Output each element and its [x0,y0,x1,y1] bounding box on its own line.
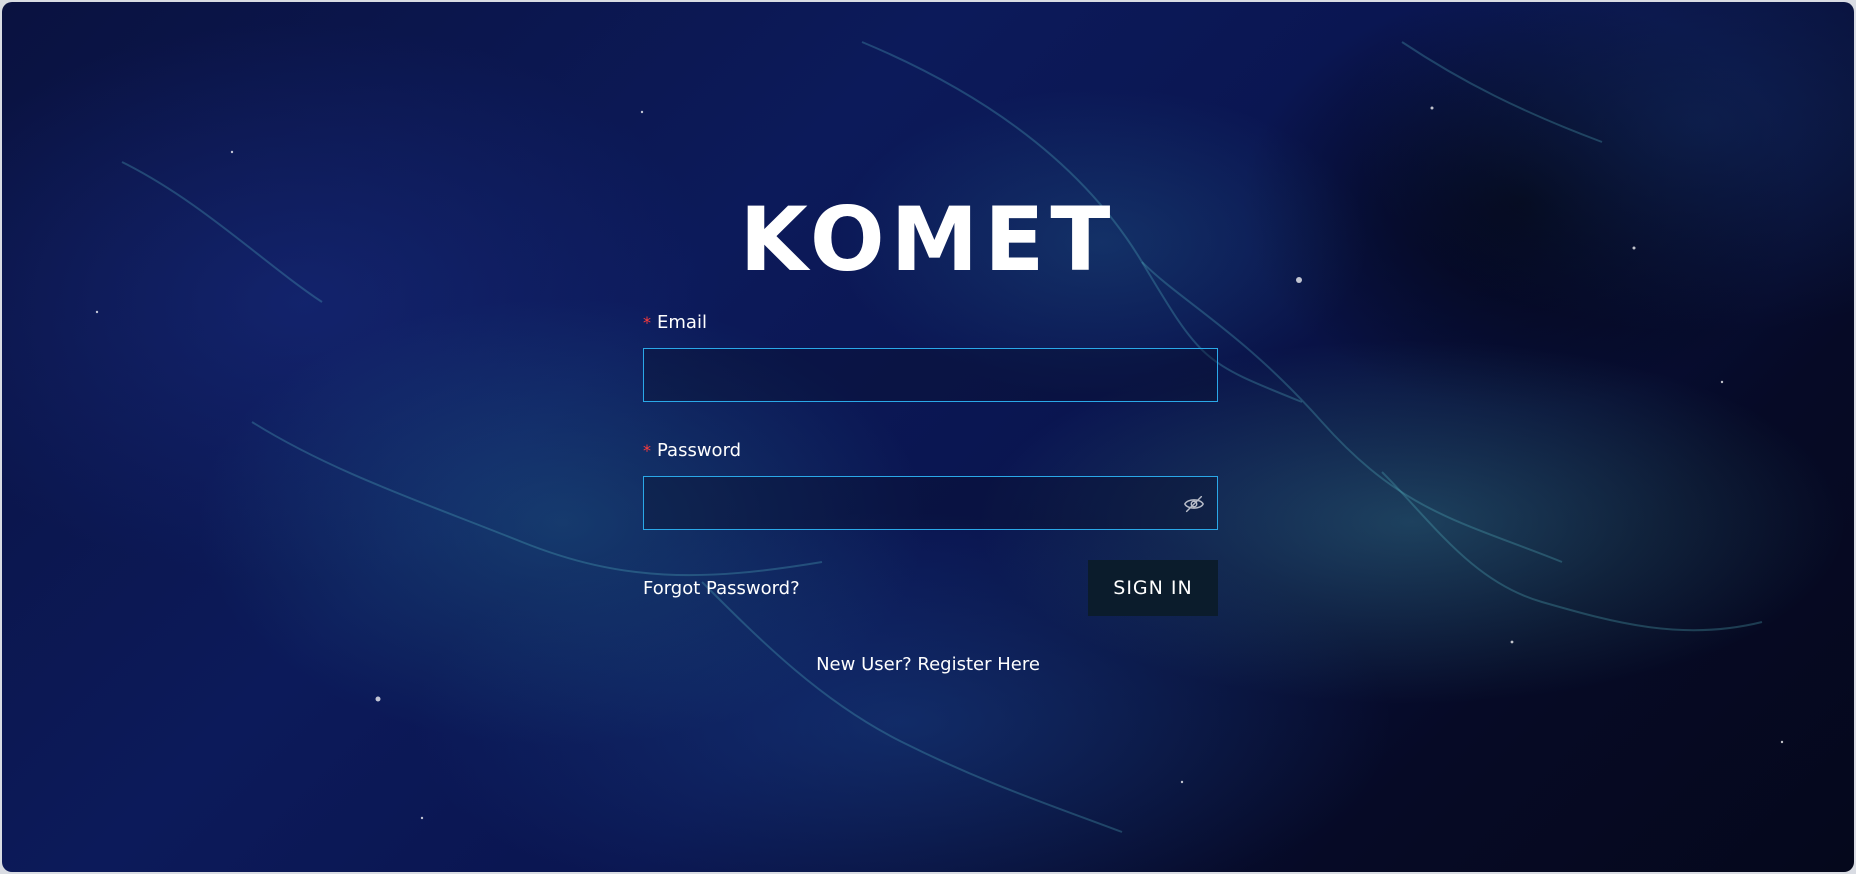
password-label-text: Password [657,440,742,461]
required-mark: * [643,313,651,332]
register-link[interactable]: New User? Register Here [2,654,1854,675]
password-field-container [643,476,1218,530]
email-label-text: Email [657,312,707,333]
brand-logo: KOMET [739,188,1117,291]
login-page: KOMET * Email * Password Forgot Password… [2,2,1854,872]
eye-slash-icon[interactable] [1183,493,1205,515]
password-block: * Password [643,440,1218,530]
forgot-password-link[interactable]: Forgot Password? [643,578,800,599]
email-field[interactable] [644,349,1217,401]
login-form: * Email * Password Forgot Password? SIGN… [643,312,1218,616]
form-actions: Forgot Password? SIGN IN [643,560,1218,616]
email-field-container [643,348,1218,402]
password-label: * Password [643,440,1218,462]
email-label: * Email [643,312,1218,334]
password-field[interactable] [644,477,1217,529]
required-mark: * [643,441,651,460]
login-content: KOMET * Email * Password Forgot Password… [2,2,1854,872]
sign-in-button[interactable]: SIGN IN [1088,560,1218,616]
